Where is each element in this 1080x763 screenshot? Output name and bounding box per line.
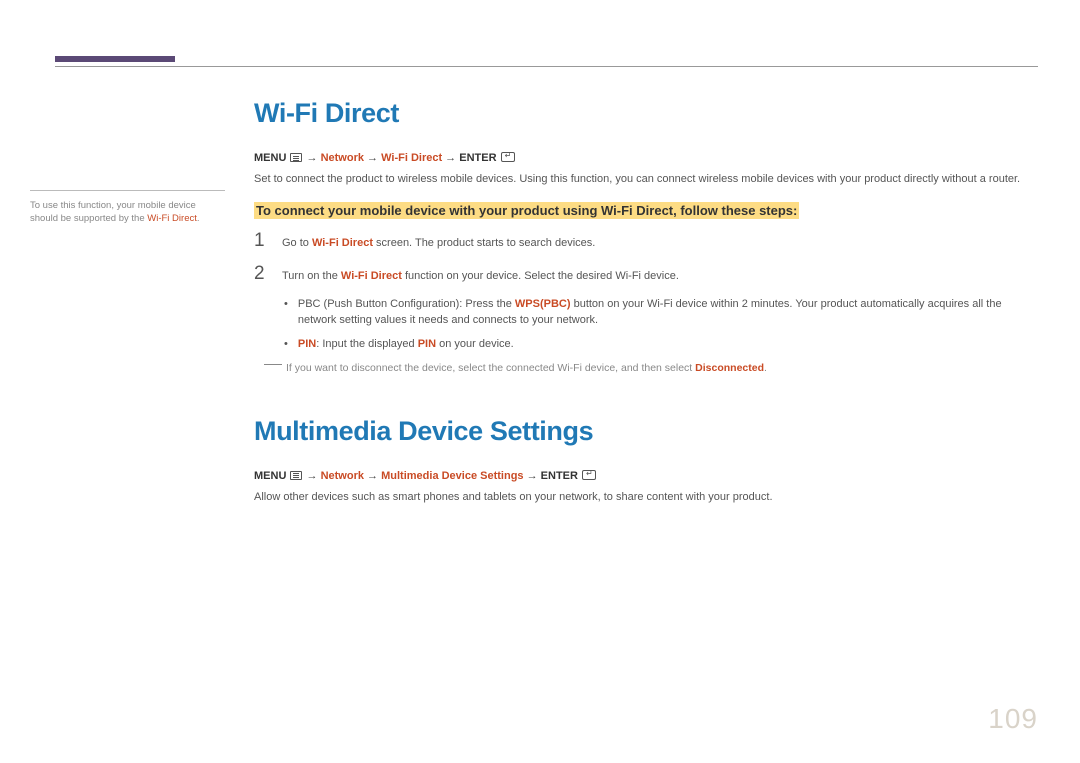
- heading-multimedia: Multimedia Device Settings: [254, 416, 1038, 447]
- menu-icon: [290, 153, 302, 162]
- b2-a: : Input the displayed: [316, 338, 418, 350]
- disconnect-note: If you want to disconnect the device, se…: [264, 361, 1038, 376]
- b1-a: PBC (Push Button Configuration): Press t…: [298, 298, 515, 310]
- wifi-description: Set to connect the product to wireless m…: [254, 172, 1038, 188]
- page-number: 109: [988, 703, 1038, 735]
- bullet-pin: • PIN: Input the displayed PIN on your d…: [284, 337, 1038, 353]
- enter-icon: [501, 152, 515, 162]
- multimedia-description: Allow other devices such as smart phones…: [254, 490, 1038, 506]
- note-b: .: [764, 362, 767, 374]
- step-2: 2 Turn on the Wi-Fi Direct function on y…: [254, 264, 1038, 283]
- note-dash-icon: [264, 364, 282, 365]
- menu-icon: [290, 471, 302, 480]
- b2-hl2: PIN: [418, 338, 436, 350]
- step-1-text: Go to Wi-Fi Direct screen. The product s…: [282, 237, 595, 249]
- step2-hl: Wi-Fi Direct: [341, 270, 402, 282]
- bullet-list: • PBC (Push Button Configuration): Press…: [284, 297, 1038, 353]
- main-content: Wi-Fi Direct MENU → Network → Wi-Fi Dire…: [254, 98, 1038, 520]
- b1-hl: WPS(PBC): [515, 298, 571, 310]
- menu-path-wifi: MENU → Network → Wi-Fi Direct → ENTER: [254, 151, 1038, 164]
- sidebar-suffix: .: [197, 213, 200, 224]
- step1-b: screen. The product starts to search dev…: [373, 237, 595, 249]
- b2-b: on your device.: [436, 338, 514, 350]
- step-1-number: 1: [254, 231, 268, 250]
- step-1: 1 Go to Wi-Fi Direct screen. The product…: [254, 231, 1038, 250]
- arrow: →: [307, 152, 321, 164]
- sidebar-note: To use this function, your mobile device…: [30, 190, 225, 226]
- path-multimedia: Multimedia Device Settings: [381, 470, 523, 482]
- arrow: →: [524, 470, 541, 482]
- bullet-dot: •: [284, 337, 288, 353]
- enter-label: ENTER: [459, 152, 496, 164]
- header-rule: [55, 66, 1038, 67]
- header-accent-bar: [55, 56, 175, 62]
- enter-icon: [582, 470, 596, 480]
- multimedia-section: Multimedia Device Settings MENU → Networ…: [254, 416, 1038, 506]
- heading-wifi-direct: Wi-Fi Direct: [254, 98, 1038, 129]
- step2-a: Turn on the: [282, 270, 341, 282]
- step-2-number: 2: [254, 264, 268, 283]
- path-wifidirect: Wi-Fi Direct: [381, 152, 442, 164]
- path-network: Network: [321, 470, 364, 482]
- menu-path-multimedia: MENU → Network → Multimedia Device Setti…: [254, 469, 1038, 482]
- step1-a: Go to: [282, 237, 312, 249]
- arrow: →: [307, 470, 321, 482]
- note-a: If you want to disconnect the device, se…: [286, 362, 695, 374]
- menu-label: MENU: [254, 470, 286, 482]
- enter-label: ENTER: [541, 470, 578, 482]
- path-network: Network: [321, 152, 364, 164]
- arrow: →: [364, 152, 381, 164]
- arrow: →: [364, 470, 381, 482]
- bullet-dot: •: [284, 297, 288, 329]
- bullet-pbc-text: PBC (Push Button Configuration): Press t…: [298, 297, 1038, 329]
- step2-b: function on your device. Select the desi…: [402, 270, 679, 282]
- sidebar-highlight: Wi-Fi Direct: [147, 213, 197, 224]
- step-2-text: Turn on the Wi-Fi Direct function on you…: [282, 270, 679, 282]
- arrow: →: [442, 152, 459, 164]
- note-hl: Disconnected: [695, 362, 764, 374]
- bullet-pbc: • PBC (Push Button Configuration): Press…: [284, 297, 1038, 329]
- step1-hl: Wi-Fi Direct: [312, 237, 373, 249]
- menu-label: MENU: [254, 152, 286, 164]
- b2-hl1: PIN: [298, 338, 316, 350]
- bullet-pin-text: PIN: Input the displayed PIN on your dev…: [298, 337, 514, 353]
- steps-title: To connect your mobile device with your …: [254, 202, 799, 219]
